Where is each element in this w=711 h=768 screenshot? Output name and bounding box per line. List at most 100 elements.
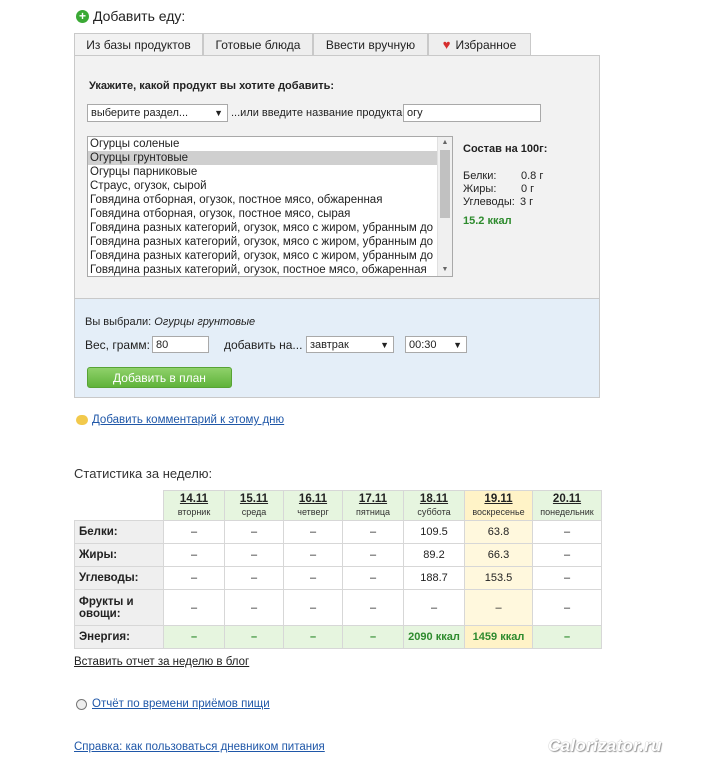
carbs-label: Углеводы:	[463, 196, 515, 208]
table-cell: –	[163, 543, 225, 567]
day-of-week: пятница	[355, 507, 391, 517]
product-search-input[interactable]: огу	[403, 104, 541, 122]
table-cell: 63.8	[464, 520, 533, 544]
category-select-value: выберите раздел...	[91, 107, 189, 119]
weight-value: 80	[156, 338, 169, 351]
table-row: Углеводы: – – – – 188.7 153.5 –	[74, 566, 602, 590]
day-of-week: воскресенье	[472, 507, 525, 517]
day-date[interactable]: 16.11	[284, 493, 342, 505]
list-item[interactable]: Говядина отборная, огузок, постное мясо,…	[88, 207, 438, 221]
scrollbar-thumb[interactable]	[440, 150, 450, 218]
table-cell: –	[532, 520, 602, 544]
meal-time-report-link[interactable]: Отчёт по времени приёмов пищи	[92, 698, 270, 710]
or-enter-label: ...или введите название продукта:	[231, 107, 406, 119]
table-cell: 153.5	[464, 566, 533, 590]
tab-bar: Из базы продуктов Готовые блюда Ввести в…	[74, 33, 531, 56]
list-item[interactable]: Говядина отборная, огузок, постное мясо,…	[88, 193, 438, 207]
day-of-week: вторник	[177, 507, 211, 517]
tab-database[interactable]: Из базы продуктов	[74, 33, 203, 56]
tab-label: Готовые блюда	[215, 37, 301, 52]
table-cell: –	[342, 543, 404, 567]
meal-select-value: завтрак	[310, 338, 349, 351]
table-cell: –	[342, 566, 404, 590]
list-item[interactable]: Говядина разных категорий, огузок, мясо …	[88, 249, 438, 263]
chosen-product: Вы выбрали: Огурцы грунтовые	[85, 316, 255, 328]
add-to-label: добавить на...	[224, 338, 303, 352]
row-label: Белки:	[74, 520, 164, 544]
table-cell: 109.5	[403, 520, 465, 544]
day-header[interactable]: 17.11 пятница	[342, 490, 404, 521]
day-date[interactable]: 15.11	[225, 493, 283, 505]
carbs-value: 3 г	[520, 196, 534, 208]
tab-label: Ввести вручную	[325, 37, 416, 52]
list-scrollbar[interactable]: ▲ ▼	[437, 137, 452, 276]
tab-label: Избранное	[455, 37, 517, 52]
kcal-value: 15.2 ккал	[463, 215, 512, 227]
day-of-week: понедельник	[540, 507, 594, 517]
table-cell: –	[224, 543, 284, 567]
meal-select[interactable]: завтрак ▼	[306, 336, 394, 353]
add-to-plan-button[interactable]: Добавить в план	[87, 367, 232, 388]
add-comment-link[interactable]: Добавить комментарий к этому дню	[92, 414, 284, 426]
table-cell: 2090 ккал	[403, 625, 465, 649]
scroll-up-icon[interactable]: ▲	[438, 137, 452, 149]
comment-icon	[76, 415, 88, 425]
blog-report-link[interactable]: Вставить отчет за неделю в блог	[74, 656, 249, 668]
table-cell: 89.2	[403, 543, 465, 567]
day-header[interactable]: 14.11 вторник	[163, 490, 225, 521]
list-item[interactable]: Огурцы соленые	[88, 137, 438, 151]
heart-icon: ♥	[442, 37, 451, 52]
search-prompt: Укажите, какой продукт вы хотите добавит…	[89, 80, 335, 92]
dropdown-arrow-icon: ▼	[453, 339, 462, 350]
row-label: Жиры:	[74, 543, 164, 567]
list-item[interactable]: Говядина разных категорий, огузок, мясо …	[88, 221, 438, 235]
row-label: Энергия:	[74, 625, 164, 649]
table-cell: –	[283, 520, 343, 544]
tab-manual[interactable]: Ввести вручную	[313, 33, 428, 55]
weight-label: Вес, грамм:	[85, 338, 150, 352]
day-date[interactable]: 14.11	[164, 493, 224, 505]
product-results-list[interactable]: Огурцы соленые Огурцы грунтовые Огурцы п…	[87, 136, 453, 277]
tab-favorites[interactable]: ♥ Избранное	[428, 33, 531, 55]
day-header[interactable]: 20.11 понедельник	[532, 490, 602, 521]
day-header[interactable]: 18.11 суббота	[403, 490, 465, 521]
scroll-down-icon[interactable]: ▼	[438, 264, 452, 276]
table-cell: –	[224, 625, 284, 649]
day-header[interactable]: 16.11 четверг	[283, 490, 343, 521]
weight-input[interactable]: 80	[152, 336, 209, 353]
table-corner	[74, 490, 164, 521]
list-item[interactable]: Страус, огузок, сырой	[88, 179, 438, 193]
list-item-selected[interactable]: Огурцы грунтовые	[88, 151, 438, 165]
tab-label: Из базы продуктов	[86, 38, 191, 52]
day-date[interactable]: 19.11	[465, 493, 532, 505]
list-item[interactable]: Говядина разных категорий, огузок, постн…	[88, 263, 438, 276]
table-cell: –	[224, 589, 284, 626]
plus-icon: +	[76, 9, 89, 23]
help-link[interactable]: Справка: как пользоваться дневником пита…	[74, 741, 325, 753]
table-cell: –	[342, 589, 404, 626]
day-date[interactable]: 17.11	[343, 493, 403, 505]
table-cell: 1459 ккал	[464, 625, 533, 649]
table-cell: –	[464, 589, 533, 626]
table-row: Белки: – – – – 109.5 63.8 –	[74, 520, 602, 544]
day-header-today[interactable]: 19.11 воскресенье	[464, 490, 533, 521]
tab-ready-dishes[interactable]: Готовые блюда	[203, 33, 313, 55]
weekly-stats-title: Статистика за неделю:	[74, 466, 213, 481]
day-header[interactable]: 15.11 среда	[224, 490, 284, 521]
protein-label: Белки:	[463, 170, 497, 182]
dropdown-arrow-icon: ▼	[380, 339, 389, 350]
chosen-value: Огурцы грунтовые	[154, 316, 256, 328]
category-select[interactable]: выберите раздел... ▼	[87, 104, 228, 122]
table-cell: –	[532, 589, 602, 626]
list-item[interactable]: Огурцы парниковые	[88, 165, 438, 179]
table-cell: –	[403, 589, 465, 626]
product-search-value: огу	[407, 107, 423, 119]
add-food-header: + Добавить еду:	[76, 7, 185, 25]
day-date[interactable]: 18.11	[404, 493, 464, 505]
table-cell: –	[224, 520, 284, 544]
day-of-week: среда	[241, 507, 267, 517]
list-item[interactable]: Говядина разных категорий, огузок, мясо …	[88, 235, 438, 249]
time-select[interactable]: 00:30 ▼	[405, 336, 467, 353]
day-date[interactable]: 20.11	[533, 493, 601, 505]
clock-icon	[76, 699, 87, 710]
